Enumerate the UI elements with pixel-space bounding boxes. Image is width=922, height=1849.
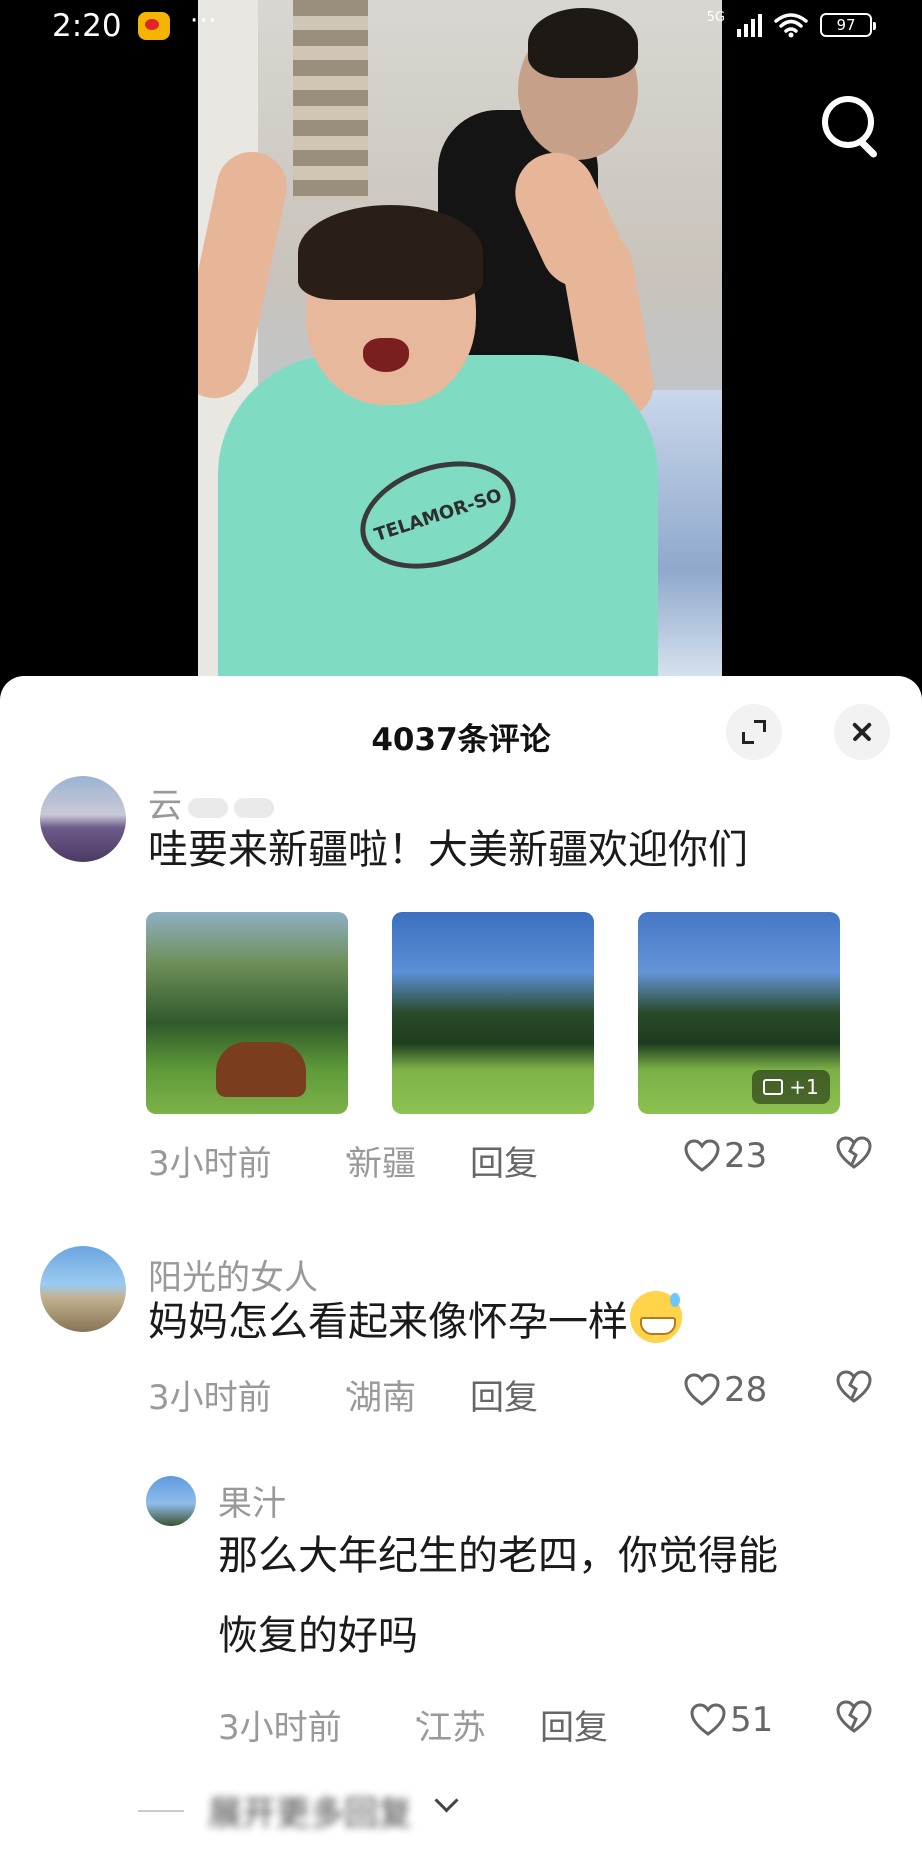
avatar[interactable] [40,1246,126,1332]
network-type: 5G [706,9,725,25]
avatar[interactable] [146,1476,196,1526]
video-frame[interactable]: TELAMOR-SO [198,0,722,690]
broken-heart-icon [836,1700,872,1733]
like-count: 28 [724,1370,768,1410]
comment-image[interactable]: +1 [638,912,840,1114]
like-button[interactable]: 51 [690,1700,773,1740]
more-images-count: +1 [789,1075,819,1099]
image-icon [763,1079,784,1095]
expand-icon [742,720,766,744]
comment-count-title: 4037条评论 [371,722,551,758]
video-child-mouth [363,338,409,372]
expand-divider [138,1810,184,1812]
reply-button[interactable]: 回复 [540,1700,608,1749]
wifi-icon [774,13,808,38]
dislike-button[interactable] [836,1370,872,1404]
dislike-button[interactable] [836,1136,872,1170]
comment-text[interactable]: 哇要来新疆啦！大美新疆欢迎你们 [148,810,748,890]
comment-time: 3小时前 [148,1378,272,1418]
more-images-badge: +1 [752,1070,830,1104]
comment-time: 3小时前 [148,1144,272,1184]
reply-region: 江苏 [418,1708,486,1748]
chevron-down-icon [434,1788,459,1813]
comment-region: 湖南 [348,1378,416,1418]
video-player[interactable]: TELAMOR-SO [0,0,922,690]
reply-button[interactable]: 回复 [470,1370,538,1419]
status-indicators: 5G 97 [706,9,876,40]
reply-meta: 3小时前 · 江苏 回复 51 [0,1700,922,1750]
comment-meta: 3小时前 · 湖南 回复 28 [0,1370,922,1420]
close-sheet-button[interactable] [834,704,890,760]
broken-heart-icon [836,1370,872,1403]
status-time: 2:20 [52,8,122,44]
search-icon [822,96,874,148]
expand-sheet-button[interactable] [726,704,782,760]
like-count: 23 [724,1136,768,1176]
search-icon-handle [856,137,879,159]
comment-text[interactable]: 妈妈怎么看起来像怀孕一样 [148,1282,682,1362]
expand-replies-button[interactable]: 展开更多回复 [138,1786,638,1836]
broken-heart-icon [836,1136,872,1169]
comment-sheet: 4037条评论 云 哇要来新疆啦！大美新疆欢迎你们 +1 3小时前 · 新疆 回… [0,676,922,1849]
comment-meta: 3小时前 · 新疆 回复 23 [0,1136,922,1186]
comment-image[interactable] [146,912,348,1114]
grin-sweat-emoji [630,1291,682,1343]
avatar[interactable] [40,776,126,862]
heart-icon [690,1703,726,1736]
comment-item: 阳光的女人 妈妈怎么看起来像怀孕一样 3小时前 · 湖南 回复 28 [0,1246,922,1456]
status-more-dots: ··· [190,6,218,36]
signal-icon [737,13,762,37]
dislike-button[interactable] [836,1700,872,1734]
weibo-app-icon [138,12,170,40]
reply-text-line: 那么大年纪生的老四，你觉得能 [218,1533,778,1579]
like-button[interactable]: 23 [684,1136,767,1176]
cow-shape [216,1042,306,1097]
comment-text-content: 妈妈怎么看起来像怀孕一样 [148,1299,628,1345]
comment-region: 新疆 [348,1144,416,1184]
battery-icon: 97 [820,13,876,37]
comment-image[interactable] [392,912,594,1114]
reply-button[interactable]: 回复 [470,1136,538,1185]
heart-icon [684,1373,720,1406]
close-icon [834,704,890,760]
reply-item: 果汁 那么大年纪生的老四，你觉得能 恢复的好吗 3小时前 · 江苏 回复 51 [0,1474,922,1774]
reply-text-line: 恢复的好吗 [218,1613,418,1659]
status-bar: 2:20 ··· 5G 97 [0,0,922,60]
heart-icon [684,1139,720,1172]
search-button[interactable] [818,92,888,162]
comment-item: 云 哇要来新疆啦！大美新疆欢迎你们 +1 3小时前 · 新疆 回复 23 [0,776,922,1184]
video-child-hair [298,205,483,300]
reply-time: 3小时前 [218,1708,342,1748]
like-button[interactable]: 28 [684,1370,767,1410]
like-count: 51 [730,1700,774,1740]
reply-text[interactable]: 那么大年纪生的老四，你觉得能 恢复的好吗 [218,1516,778,1676]
comment-images: +1 [146,912,876,1114]
expand-replies-label: 展开更多回复 [208,1794,412,1834]
